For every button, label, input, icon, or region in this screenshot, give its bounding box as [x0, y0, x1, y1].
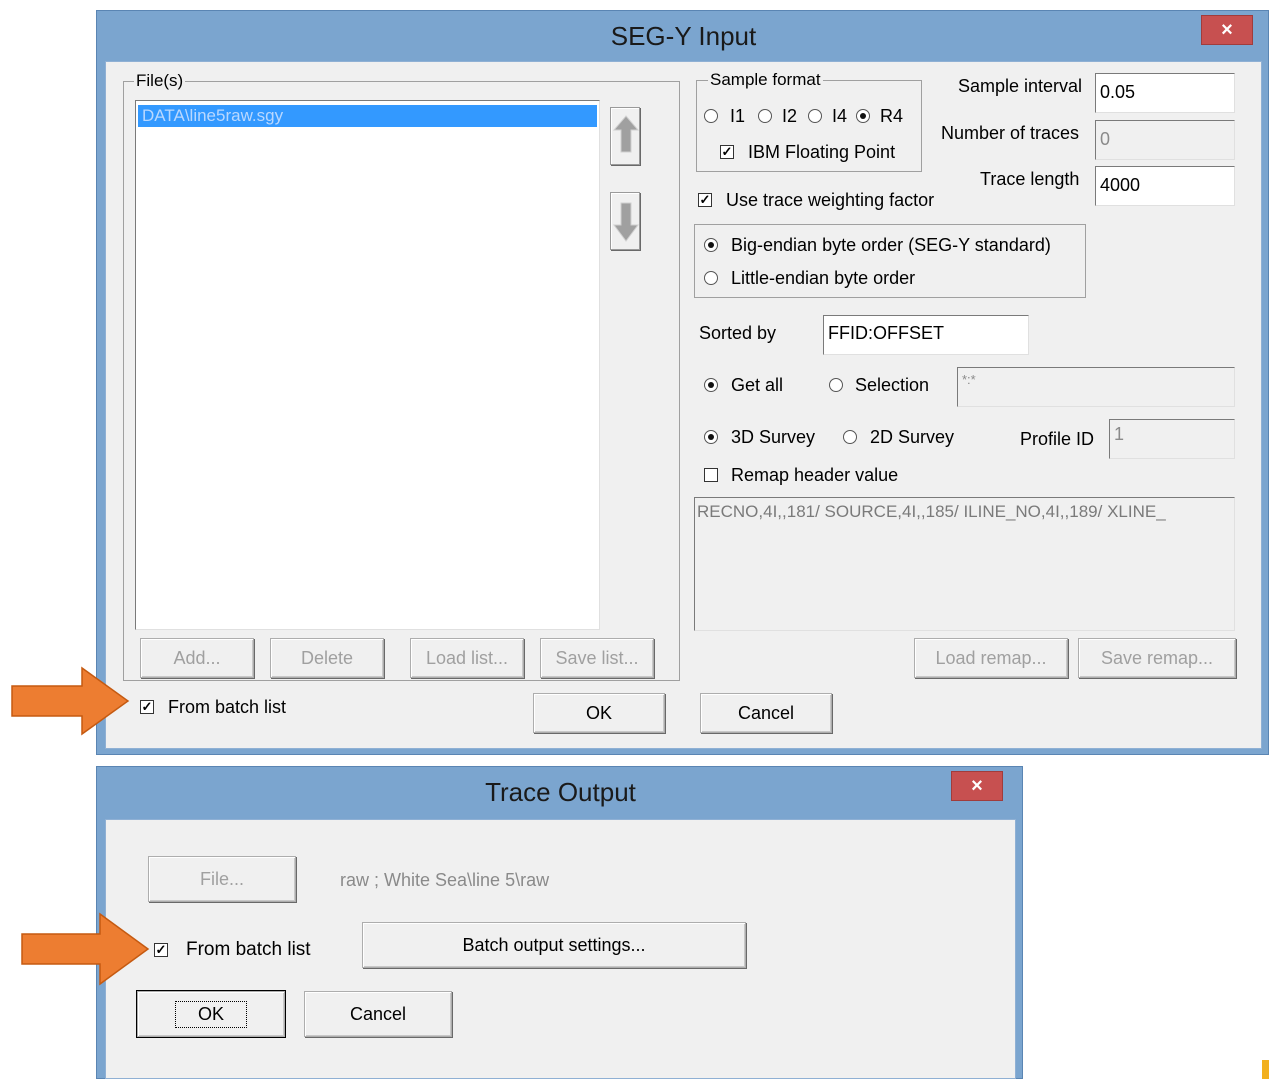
trace-close-button[interactable]: × — [951, 771, 1003, 801]
segy-ok-button[interactable]: OK — [533, 693, 665, 733]
remap-header-label: Remap header value — [731, 465, 899, 485]
ibm-floating-checkbox[interactable]: ✓ — [720, 145, 734, 159]
save-remap-button[interactable]: Save remap... — [1078, 638, 1236, 678]
highlight-arrow-icon — [11, 666, 130, 736]
format-i1-radio[interactable] — [704, 109, 718, 123]
number-of-traces-label: Number of traces — [941, 123, 1080, 143]
batch-output-settings-button[interactable]: Batch output settings... — [362, 922, 746, 968]
profile-id-label: Profile ID — [1020, 429, 1095, 449]
segy-window-title: SEG-Y Input — [610, 21, 757, 51]
sample-interval-input[interactable]: 0.05 — [1095, 73, 1235, 113]
trace-ok-button[interactable]: OK — [136, 990, 286, 1038]
delete-button[interactable]: Delete — [270, 638, 384, 678]
format-i4-label: I4 — [832, 106, 848, 126]
segy-close-button[interactable]: × — [1201, 15, 1253, 45]
segy-from-batch-label: From batch list — [168, 697, 287, 717]
big-endian-radio[interactable] — [704, 238, 718, 252]
selection-radio[interactable] — [829, 378, 843, 392]
survey-3d-radio[interactable] — [704, 430, 718, 444]
survey-2d-radio[interactable] — [843, 430, 857, 444]
files-listbox[interactable]: DATA\line5raw.sgy — [135, 100, 600, 630]
arrow-down-icon — [613, 202, 639, 242]
sample-format-label: Sample format — [708, 70, 823, 89]
highlight-arrow-icon — [21, 912, 150, 986]
format-i2-radio[interactable] — [758, 109, 772, 123]
files-group-label: File(s) — [134, 71, 186, 90]
trace-weighting-label: Use trace weighting factor — [726, 190, 935, 210]
trace-window-title: Trace Output — [485, 777, 636, 807]
profile-id-input: 1 — [1109, 419, 1235, 459]
ibm-floating-label: IBM Floating Point — [748, 142, 896, 162]
trace-length-input[interactable]: 4000 — [1095, 166, 1235, 206]
selection-label: Selection — [855, 375, 930, 395]
format-i4-radio[interactable] — [808, 109, 822, 123]
segy-cancel-button[interactable]: Cancel — [700, 693, 832, 733]
segy-from-batch-checkbox[interactable]: ✓ — [140, 700, 154, 714]
format-i1-label: I1 — [730, 106, 746, 126]
file-list-item[interactable]: DATA\line5raw.sgy — [138, 105, 597, 127]
trace-weighting-checkbox[interactable]: ✓ — [698, 193, 712, 207]
save-list-button[interactable]: Save list... — [540, 638, 654, 678]
get-all-label: Get all — [731, 375, 784, 395]
survey-2d-label: 2D Survey — [870, 427, 955, 447]
file-path-label: raw ; White Sea\line 5\raw — [340, 870, 550, 890]
sorted-by-label: Sorted by — [699, 323, 777, 343]
get-all-radio[interactable] — [704, 378, 718, 392]
little-endian-radio[interactable] — [704, 271, 718, 285]
sample-interval-label: Sample interval — [958, 76, 1083, 96]
move-down-button[interactable] — [610, 192, 640, 250]
corner-mark — [1262, 1060, 1269, 1079]
survey-3d-label: 3D Survey — [731, 427, 816, 447]
load-list-button[interactable]: Load list... — [410, 638, 524, 678]
remap-header-checkbox[interactable] — [704, 468, 718, 482]
trace-ok-label: OK — [174, 1000, 247, 1028]
big-endian-label: Big-endian byte order (SEG-Y standard) — [731, 235, 1051, 255]
load-remap-button[interactable]: Load remap... — [914, 638, 1068, 678]
format-i2-label: I2 — [782, 106, 798, 126]
little-endian-label: Little-endian byte order — [731, 268, 916, 288]
format-r4-label: R4 — [880, 106, 904, 126]
number-of-traces-input: 0 — [1095, 120, 1235, 160]
selection-input: *:* — [957, 367, 1235, 407]
trace-from-batch-label: From batch list — [186, 939, 311, 960]
trace-cancel-button[interactable]: Cancel — [304, 991, 452, 1037]
trace-from-batch-checkbox[interactable]: ✓ — [154, 943, 168, 957]
move-up-button[interactable] — [610, 107, 640, 165]
trace-length-label: Trace length — [980, 169, 1080, 189]
arrow-up-icon — [612, 115, 640, 153]
sorted-by-input[interactable]: FFID:OFFSET — [823, 315, 1029, 355]
remap-textarea[interactable]: RECNO,4I,,181/ SOURCE,4I,,185/ ILINE_NO,… — [694, 497, 1235, 631]
format-r4-radio[interactable] — [856, 109, 870, 123]
file-button[interactable]: File... — [148, 856, 296, 902]
add-button[interactable]: Add... — [140, 638, 254, 678]
